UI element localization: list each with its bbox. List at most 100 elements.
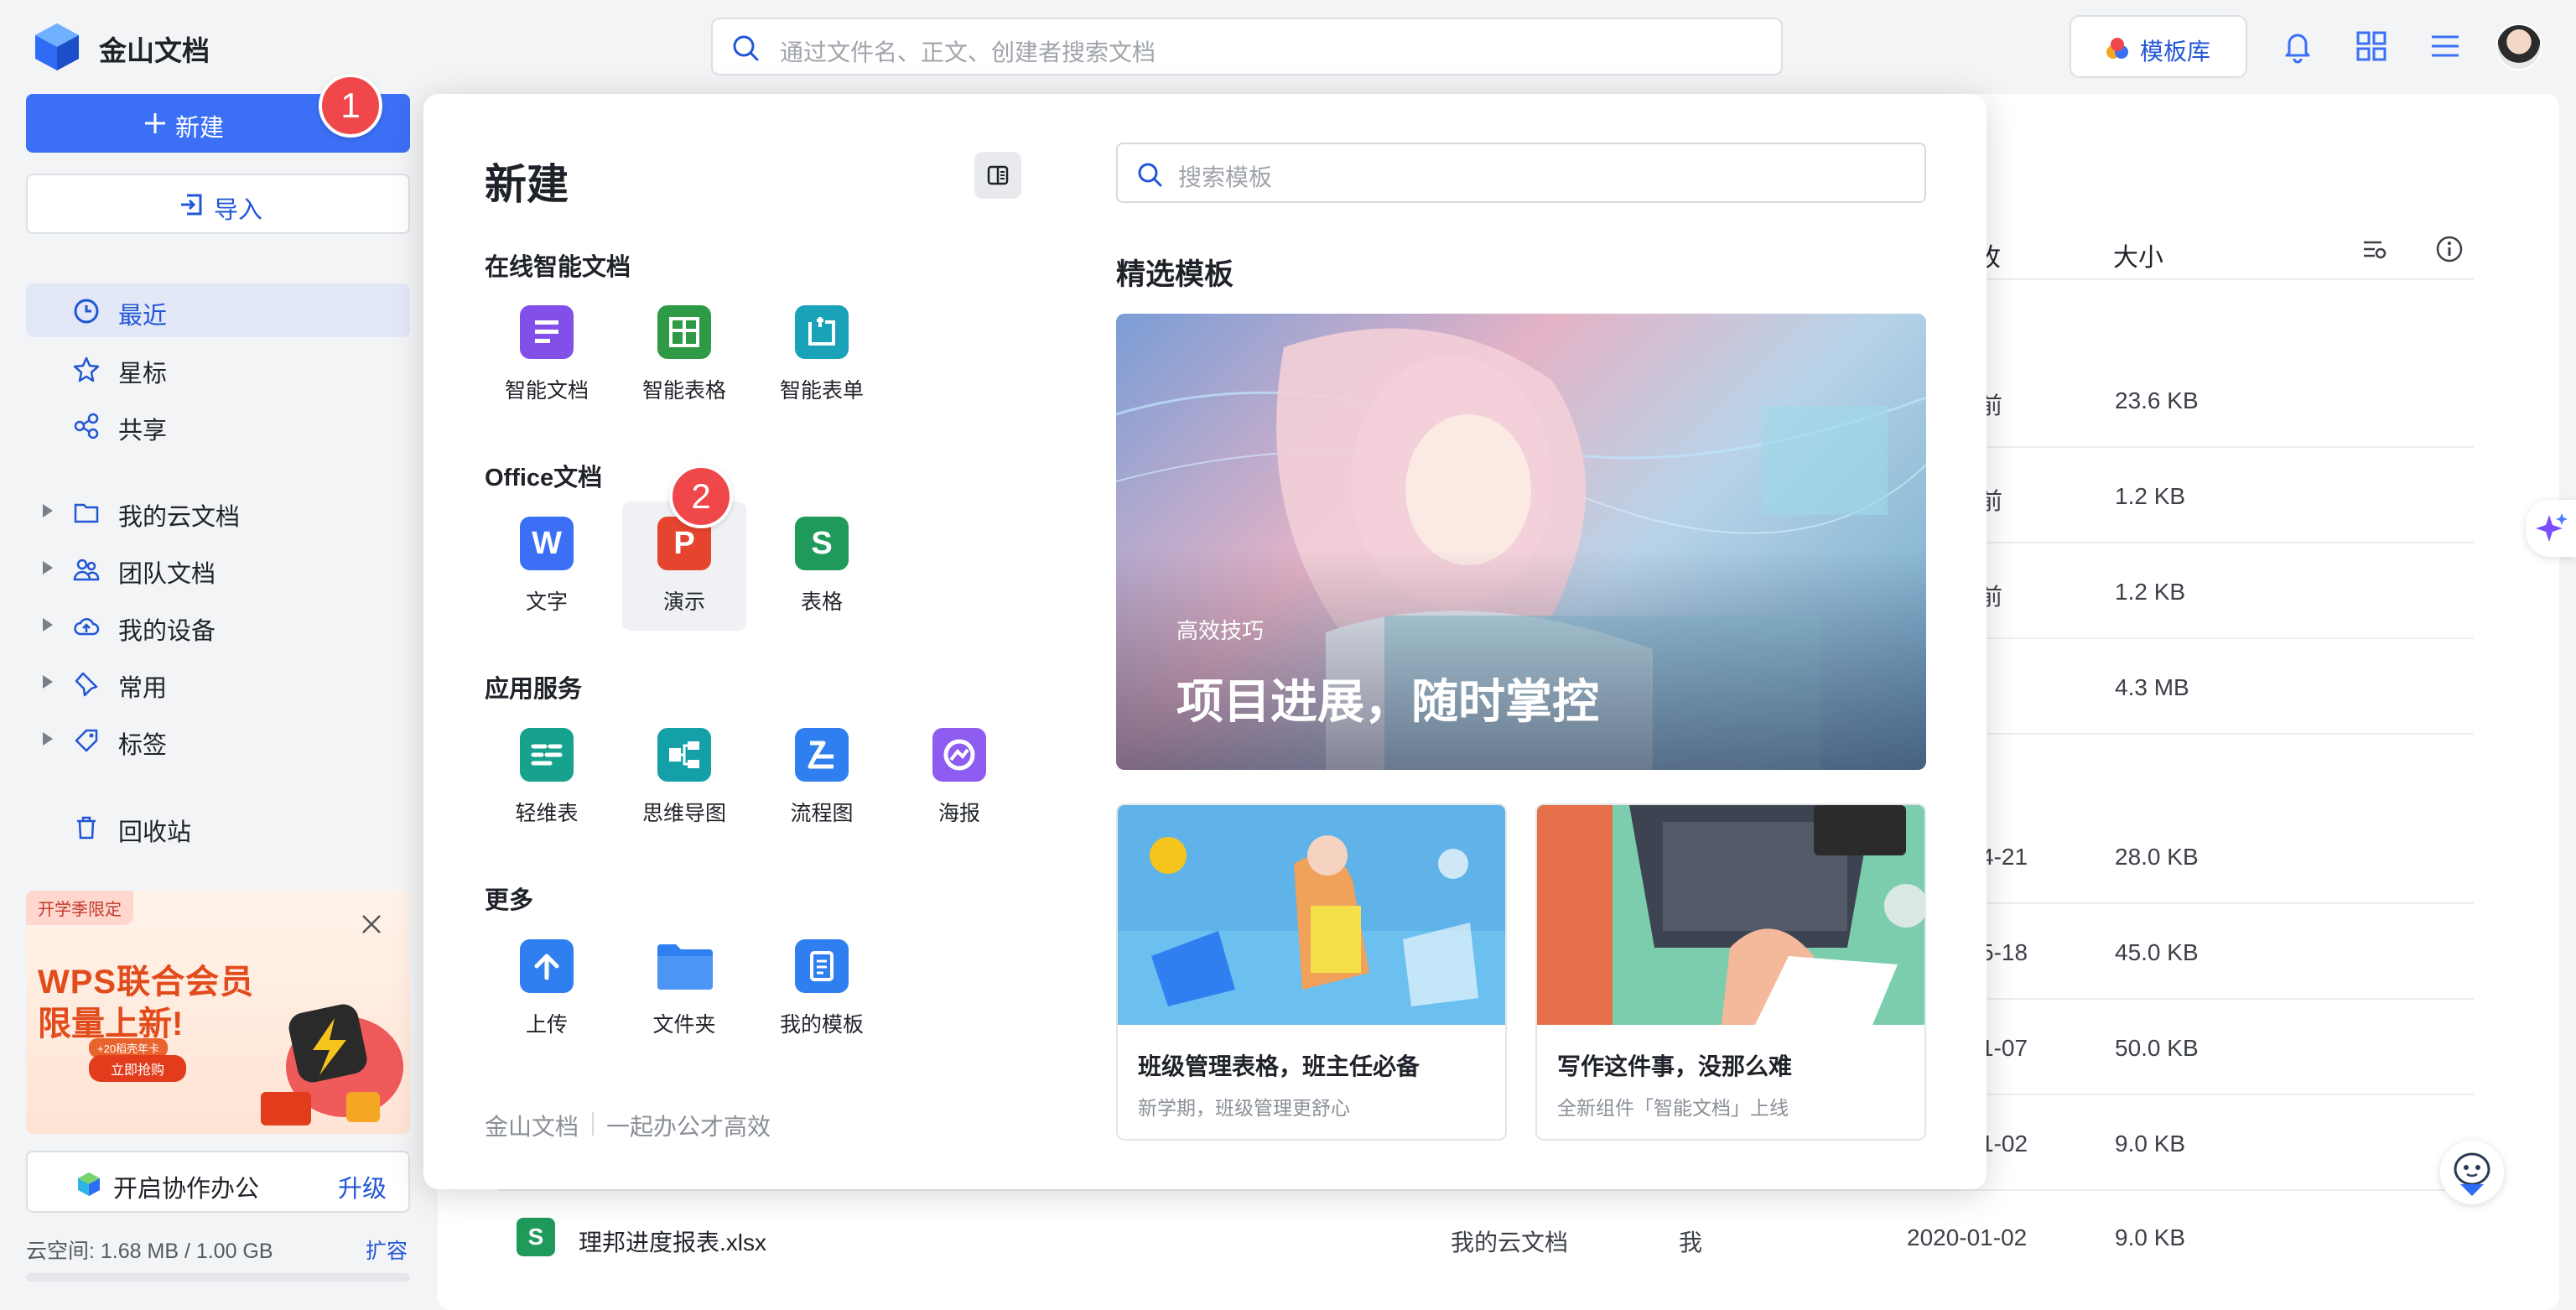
upgrade-link[interactable]: 升级 — [338, 1169, 387, 1204]
user-avatar[interactable] — [2496, 23, 2542, 70]
close-icon[interactable] — [358, 911, 385, 938]
row-size: 9.0 KB — [2115, 1131, 2186, 1157]
create-mind-map[interactable]: 思维导图 — [622, 721, 746, 847]
tile-label: 思维导图 — [641, 802, 726, 825]
app-title: 金山文档 — [99, 35, 210, 66]
template-card[interactable]: 班级管理表格，班主任必备 新学期，班级管理更舒心 — [1116, 803, 1507, 1141]
featured-template-hero[interactable]: 高效技巧 项目进展，随时掌控 — [1116, 314, 1926, 770]
lite-table-icon — [520, 728, 574, 782]
tile-label: 文件夹 — [652, 1013, 716, 1037]
sidebar-item-team-docs[interactable]: 团队文档 — [26, 542, 410, 595]
card-subtitle: 新学期，班级管理更舒心 — [1138, 1097, 1350, 1119]
storage-usage-text: 云空间: 1.68 MB / 1.00 GB — [26, 1240, 273, 1263]
trash-icon — [77, 816, 96, 840]
create-folder[interactable]: 文件夹 — [622, 933, 746, 1058]
sidebar-item-my-devices[interactable]: 我的设备 — [26, 599, 410, 652]
file-name[interactable]: 理邦进度报表.xlsx — [579, 1224, 766, 1258]
info-icon[interactable] — [2435, 235, 2464, 263]
smart-form-icon — [795, 305, 849, 359]
search-placeholder: 通过文件名、正文、创建者搜索文档 — [780, 39, 1156, 65]
sidebar-item-starred[interactable]: 星标 — [26, 341, 410, 395]
spreadsheet-icon: S — [795, 517, 849, 570]
template-library-label: 模板库 — [2140, 39, 2211, 65]
assistant-mascot-icon — [2454, 1152, 2490, 1196]
template-library-button[interactable]: 模板库 — [2070, 15, 2247, 78]
tile-label: 智能表单 — [779, 379, 864, 403]
my-template-icon — [795, 939, 849, 993]
promo-cta-button[interactable]: 立即抢购 — [89, 1055, 187, 1082]
section-title: 应用服务 — [485, 676, 583, 703]
tile-label: 上传 — [525, 1013, 568, 1037]
column-header-size[interactable]: 大小 — [2113, 237, 2163, 273]
collaboration-bar[interactable]: 开启协作办公 升级 — [26, 1151, 410, 1213]
poster-icon — [932, 728, 986, 782]
tile-label: 表格 — [800, 590, 843, 614]
dropdown-title: 新建 — [485, 161, 569, 208]
promo-banner[interactable]: 开学季限定 WPS联合会员 限量上新! +20稻壳年卡 立即抢购 — [26, 891, 410, 1134]
sidebar-item-frequent[interactable]: 常用 — [26, 656, 410, 710]
create-lite-table[interactable]: 轻维表 — [485, 721, 609, 847]
create-word-doc[interactable]: W 文字 — [485, 510, 609, 636]
hero-title: 项目进展，随时掌控 — [1176, 675, 1599, 728]
apps-grid-icon[interactable] — [2353, 28, 2390, 65]
help-assistant-button[interactable] — [2440, 1141, 2504, 1204]
menu-icon[interactable] — [2427, 28, 2464, 65]
sidebar-item-shared[interactable]: 共享 — [26, 398, 410, 452]
collaboration-cube-icon — [78, 1172, 100, 1196]
sidebar-item-label: 星标 — [118, 361, 168, 387]
kdocs-logo-icon[interactable] — [34, 22, 80, 72]
ai-assistant-tab[interactable] — [2526, 500, 2576, 557]
tile-label: 智能表格 — [641, 379, 726, 403]
create-smart-doc[interactable]: 智能文档 — [485, 299, 609, 424]
table-row-divider — [1942, 733, 2474, 735]
template-card[interactable]: 写作这件事，没那么难 全新组件「智能文档」上线 — [1535, 803, 1926, 1141]
create-spreadsheet[interactable]: S 表格 — [760, 510, 884, 636]
sidebar-item-trash[interactable]: 回收站 — [26, 800, 410, 854]
sidebar-item-my-cloud-docs[interactable]: 我的云文档 — [26, 485, 410, 538]
team-icon — [73, 559, 100, 581]
hero-shade — [1116, 548, 1926, 770]
column-settings-icon[interactable] — [2361, 237, 2386, 262]
row-size: 4.3 MB — [2115, 674, 2189, 700]
cloud-upload-icon — [74, 618, 100, 636]
expand-caret-icon[interactable] — [43, 561, 53, 574]
table-row[interactable]: S 理邦进度报表.xlsx 我的云文档 我 2020-01-02 9.0 KB — [498, 1189, 2474, 1285]
sidebar-item-label: 团队文档 — [118, 561, 216, 588]
collaboration-label: 开启协作办公 — [113, 1176, 260, 1203]
card-title: 班级管理表格，班主任必备 — [1138, 1053, 1420, 1079]
file-icon-letter: S — [527, 1224, 544, 1250]
create-flowchart[interactable]: 流程图 — [760, 721, 884, 847]
sidebar-item-label: 回收站 — [118, 819, 192, 846]
card-subtitle: 全新组件「智能文档」上线 — [1557, 1097, 1789, 1119]
step-badge-1: 1 — [319, 74, 382, 138]
promo-tag: 开学季限定 — [26, 891, 133, 925]
step-badge-2: 2 — [669, 465, 733, 528]
mind-map-icon — [657, 728, 711, 782]
flowchart-icon — [795, 728, 849, 782]
create-smart-form[interactable]: 智能表单 — [760, 299, 884, 424]
expand-caret-icon[interactable] — [43, 675, 53, 689]
class-management-illustration — [1118, 805, 1505, 1025]
expand-caret-icon[interactable] — [43, 732, 53, 746]
expand-caret-icon[interactable] — [43, 504, 53, 517]
sidebar-item-recent[interactable]: 最近 — [26, 283, 410, 337]
sidebar-item-tags[interactable]: 标签 — [26, 713, 410, 767]
create-smart-sheet[interactable]: 智能表格 — [622, 299, 746, 424]
my-templates[interactable]: 我的模板 — [760, 933, 884, 1058]
layout-toggle-button[interactable] — [974, 152, 1021, 199]
table-row-divider — [1942, 542, 2474, 543]
expand-caret-icon[interactable] — [43, 618, 53, 632]
expand-storage-link[interactable]: 扩容 — [366, 1235, 408, 1265]
create-poster[interactable]: 海报 — [897, 721, 1021, 847]
upload-file[interactable]: 上传 — [485, 933, 609, 1058]
smart-doc-icon — [520, 305, 574, 359]
template-search-input[interactable]: 搜索模板 — [1116, 143, 1926, 203]
word-icon: W — [520, 517, 574, 570]
search-box[interactable]: 通过文件名、正文、创建者搜索文档 — [711, 18, 1783, 75]
section-title: 在线智能文档 — [485, 254, 631, 281]
sidebar-item-label: 标签 — [118, 732, 168, 759]
tile-label: 海报 — [937, 802, 980, 825]
import-button[interactable]: 导入 — [26, 174, 410, 234]
bell-icon[interactable] — [2279, 28, 2316, 65]
row-size: 28.0 KB — [2115, 844, 2199, 870]
